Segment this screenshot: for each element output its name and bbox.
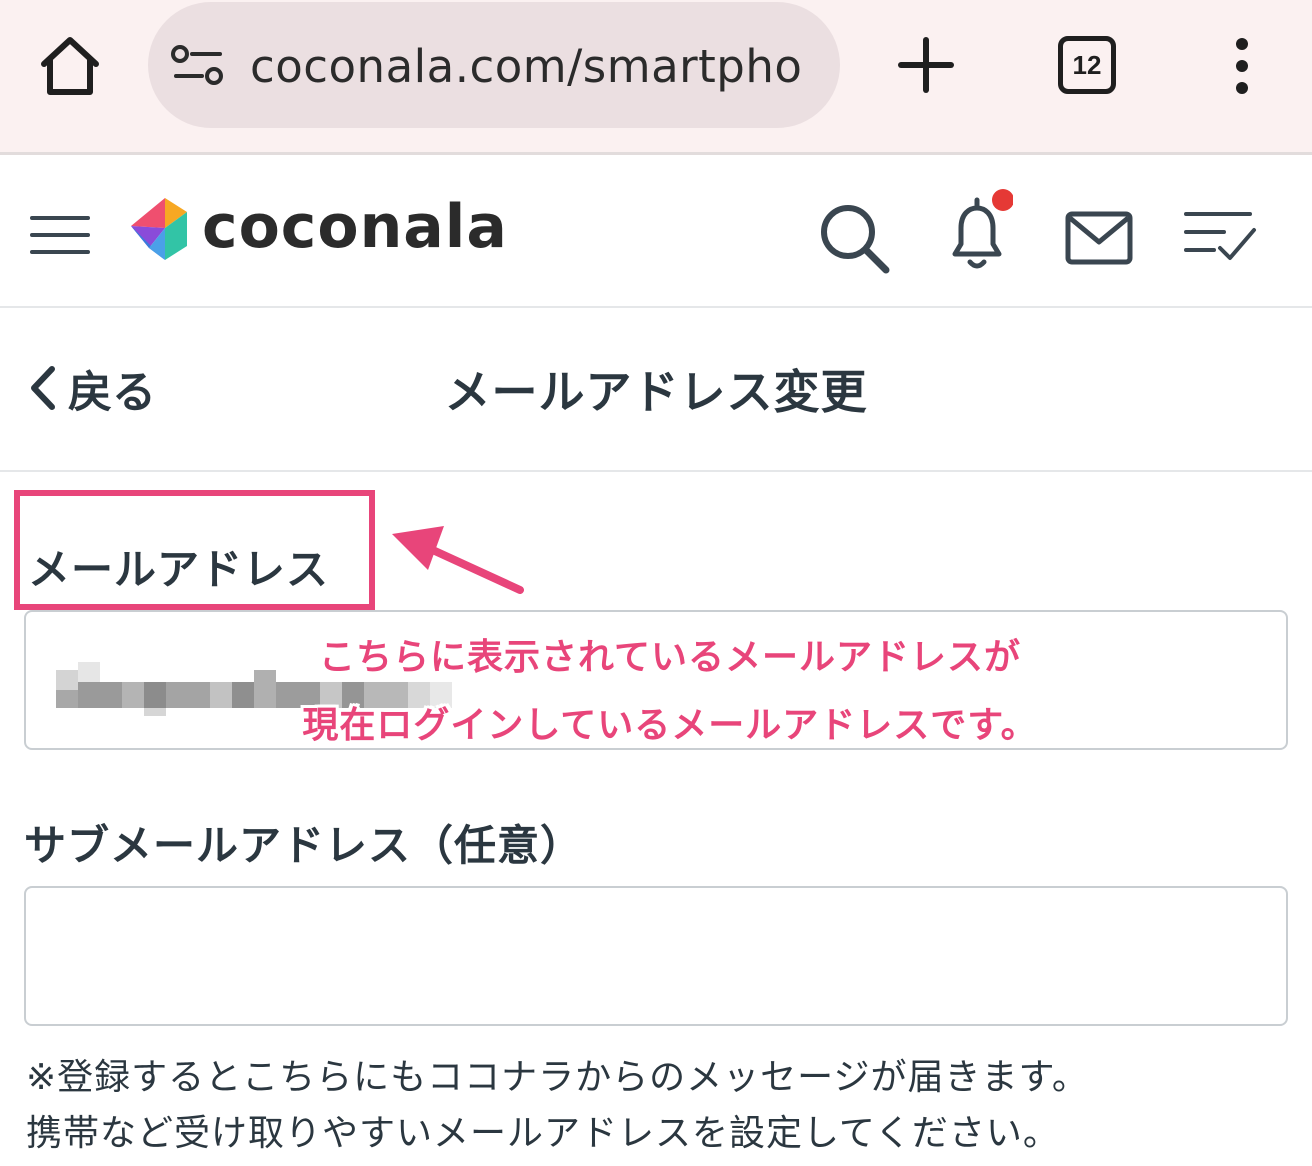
annotation-highlight-box [14,490,375,610]
site-header: coconala [0,158,1312,308]
sub-email-label: サブメールアドレス（任意） [24,821,584,870]
new-tab-icon[interactable] [895,34,957,96]
notification-bell-icon[interactable] [943,188,1013,274]
annotation-text-line2: 現在ログインしているメールアドレスです。 [302,705,1038,746]
browser-toolbar: coconala.com/smartpho 12 [0,0,1312,155]
address-bar[interactable]: coconala.com/smartpho [148,2,840,128]
sub-email-field[interactable] [24,886,1288,1026]
page-title: メールアドレス変更 [444,365,868,419]
message-mail-icon[interactable] [1064,208,1134,268]
coconala-logo-icon[interactable] [125,196,189,264]
note-line-1: ※登録するとこちらにもココナラからのメッセージが届きます。 [26,1057,1089,1098]
notification-dot [992,189,1013,211]
tab-switcher-button[interactable]: 12 [1058,36,1116,94]
logo-text[interactable]: coconala [202,192,508,262]
url-text[interactable]: coconala.com/smartpho [250,40,820,93]
todo-list-icon[interactable] [1184,208,1258,266]
annotation-arrow-icon [392,526,524,594]
annotation-text-line1: こちらに表示されているメールアドレスが [319,637,1021,678]
page-title-bar: 戻る メールアドレス変更 [0,308,1312,472]
home-icon[interactable] [36,34,104,98]
tab-count: 12 [1072,49,1102,80]
more-menu-icon[interactable] [1222,36,1262,96]
hamburger-menu-icon[interactable] [30,214,90,256]
note-line-2: 携帯など受け取りやすいメールアドレスを設定してください。 [26,1113,1060,1154]
search-icon[interactable] [816,200,892,274]
site-info-icon[interactable] [170,44,226,88]
